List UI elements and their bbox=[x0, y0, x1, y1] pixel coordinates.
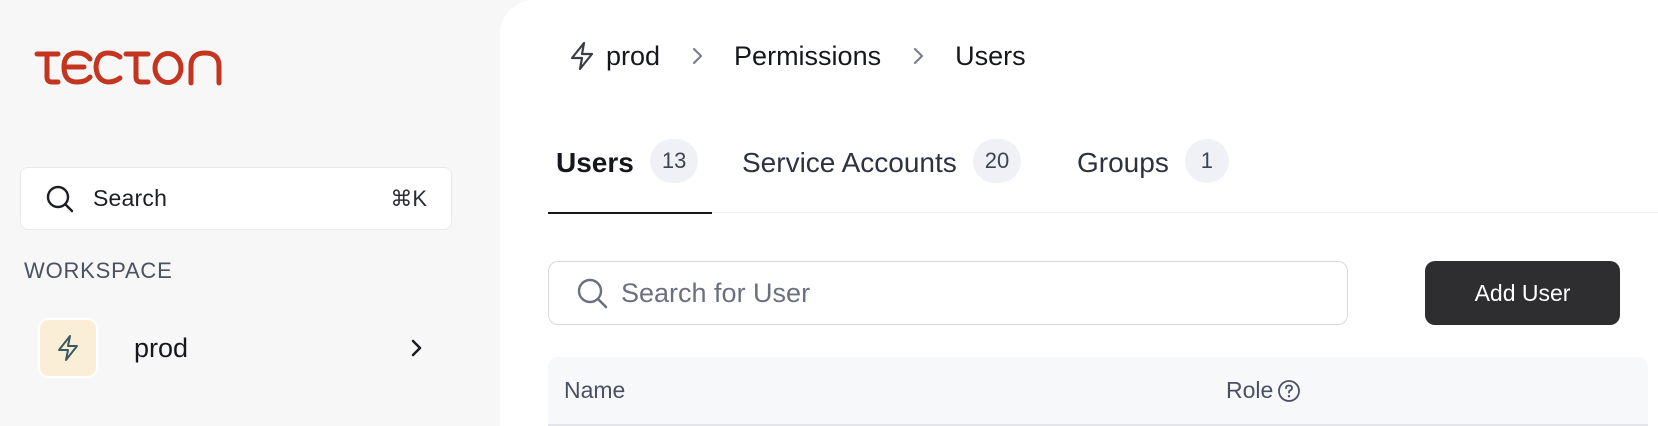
workspace-badge bbox=[38, 318, 98, 378]
bolt-icon bbox=[58, 335, 78, 361]
breadcrumb-workspace[interactable]: prod bbox=[606, 41, 660, 72]
user-search-field[interactable] bbox=[548, 261, 1348, 325]
question-circle-icon[interactable] bbox=[1277, 379, 1301, 403]
count-badge: 1 bbox=[1184, 139, 1229, 183]
column-header-name: Name bbox=[564, 377, 625, 404]
search-icon bbox=[575, 276, 609, 310]
count-badge: 20 bbox=[972, 139, 1022, 183]
tab-groups[interactable]: Groups 1 bbox=[1069, 135, 1237, 213]
chevron-right-icon bbox=[907, 45, 929, 67]
column-header-label: Name bbox=[564, 377, 626, 403]
workspace-name: prod bbox=[134, 332, 189, 363]
column-header-role: Role bbox=[1226, 377, 1301, 404]
workspace-heading: WORKSPACE bbox=[24, 258, 173, 283]
count-badge: 13 bbox=[649, 139, 699, 183]
chevron-right-icon bbox=[404, 336, 428, 360]
tab-service-accounts[interactable]: Service Accounts 20 bbox=[734, 135, 1029, 213]
main-panel: prod Permissions Users Users 13 Service … bbox=[500, 0, 1658, 426]
breadcrumb: prod Permissions Users bbox=[568, 38, 1026, 74]
breadcrumb-permissions[interactable]: Permissions bbox=[734, 41, 881, 72]
bolt-icon bbox=[568, 41, 596, 71]
search-icon bbox=[45, 184, 75, 214]
tab-users[interactable]: Users 13 bbox=[548, 135, 712, 214]
users-table-header: Name Role bbox=[548, 357, 1648, 426]
global-search-label: Search bbox=[93, 185, 168, 211]
breadcrumb-users: Users bbox=[955, 40, 1026, 71]
tab-label: Users bbox=[556, 147, 634, 178]
tab-label: Service Accounts bbox=[742, 147, 957, 178]
chevron-right-icon bbox=[686, 45, 708, 67]
permissions-tabs: Users 13 Service Accounts 20 Groups 1 bbox=[548, 135, 1658, 214]
sidebar: Search ⌘K WORKSPACE prod bbox=[0, 0, 500, 426]
tab-label: Groups bbox=[1077, 147, 1169, 178]
add-user-button[interactable]: Add User bbox=[1425, 261, 1620, 325]
column-header-label: Role bbox=[1226, 377, 1274, 403]
search-shortcut-hint: ⌘K bbox=[390, 185, 427, 211]
global-search-button[interactable]: Search ⌘K bbox=[20, 167, 452, 230]
user-search-input[interactable] bbox=[621, 277, 1321, 309]
tecton-logo[interactable] bbox=[34, 44, 230, 88]
workspace-item-prod[interactable]: prod bbox=[24, 312, 448, 384]
